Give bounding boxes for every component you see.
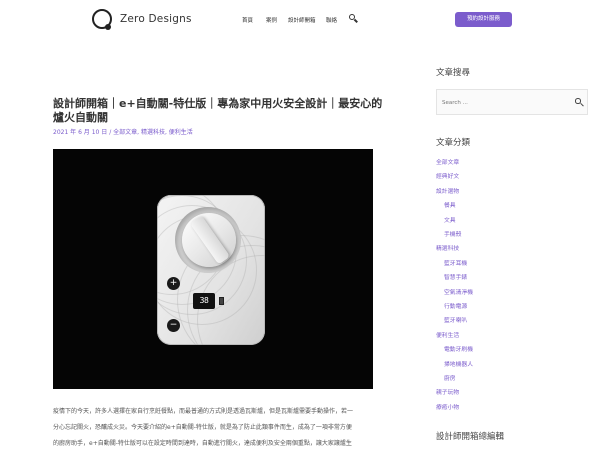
sidebar-search-box xyxy=(436,89,588,115)
sidebar-subcategory-link[interactable]: 電動牙刷機 xyxy=(444,344,473,353)
page: Zero Designs 首頁 案例 設計師開箱 聯絡 預約設計服務 設計師開箱… xyxy=(0,0,600,450)
sidebar-category-link[interactable]: 療癒小物 xyxy=(436,402,459,411)
sidebar-subcategory-link[interactable]: 行動電源 xyxy=(444,301,467,310)
battery-icon xyxy=(219,297,224,305)
body-line: 的廚房助手，e+自動關-特仕版可以在設定時間到達時，自動進行關火，達成便利及安全… xyxy=(53,440,352,447)
post-date[interactable]: 2021 年 6 月 10 日 xyxy=(53,129,107,136)
sidebar-category-link[interactable]: 設計選物 xyxy=(436,186,459,195)
sidebar-subcategory-link[interactable]: 掃地機器人 xyxy=(444,359,473,368)
body-line: 疫情下的今天，許多人選擇在家自行烹飪餐點，而最普通的方式則是透過瓦斯爐，但是瓦斯… xyxy=(53,408,354,415)
sidebar-category-link[interactable]: 全部文章 xyxy=(436,157,459,166)
sidebar-subcategory-link[interactable]: 藍牙喇叭 xyxy=(444,315,467,324)
stove-timer-device: + − 38 xyxy=(157,195,265,345)
sidebar-subcategory-link[interactable]: 文具 xyxy=(444,215,456,224)
logo-icon[interactable] xyxy=(92,9,114,31)
sidebar-category-link[interactable]: 經典好文 xyxy=(436,171,459,180)
minus-icon: − xyxy=(167,319,180,332)
sidebar-subcategory-link[interactable]: 餐具 xyxy=(444,200,456,209)
nav-item-cases[interactable]: 案例 xyxy=(266,16,277,24)
post-title: 設計師開箱｜e+自動關-特仕版｜專為家中用火安全設計｜最安心的爐火自動關 xyxy=(53,97,383,124)
search-icon[interactable] xyxy=(349,14,358,23)
sidebar-category-link[interactable]: 親子玩物 xyxy=(436,387,459,396)
search-submit-icon[interactable] xyxy=(575,98,584,107)
sidebar-subcategory-link[interactable]: 手機殼 xyxy=(444,229,461,238)
hero-image: + − 38 xyxy=(53,149,373,389)
sidebar-subcategory-link[interactable]: 空氣清淨機 xyxy=(444,287,473,296)
sidebar-subcategory-link[interactable]: 智慧手錶 xyxy=(444,272,467,281)
post-body: 疫情下的今天，許多人選擇在家自行烹飪餐點，而最普通的方式則是透過瓦斯爐，但是瓦斯… xyxy=(53,404,373,450)
sidebar-subcategory-link[interactable]: 廚房 xyxy=(444,373,456,382)
nav-item-unboxing[interactable]: 設計師開箱 xyxy=(288,16,316,24)
sidebar-subcategory-link[interactable]: 藍牙耳機 xyxy=(444,258,467,267)
sidebar-search-heading: 文章搜尋 xyxy=(436,68,471,78)
nav-item-contact[interactable]: 聯絡 xyxy=(326,16,337,24)
post-meta: 2021 年 6 月 10 日 / 全部文章, 精選科技, 便利生活 xyxy=(53,127,193,136)
sidebar-category-link[interactable]: 便利生活 xyxy=(436,330,459,339)
body-line: 分心忘記關火，恐釀成火災。今天要介紹的e+自動關-特仕版，就是為了防止此類事件而… xyxy=(53,424,352,431)
search-input[interactable] xyxy=(442,97,562,108)
sidebar-categories-heading: 文章分類 xyxy=(436,138,471,148)
site-header: Zero Designs 首頁 案例 設計師開箱 聯絡 預約設計服務 xyxy=(0,0,600,40)
book-service-button[interactable]: 預約設計服務 xyxy=(455,12,512,27)
nav-item-home[interactable]: 首頁 xyxy=(242,16,253,24)
site-brand[interactable]: Zero Designs xyxy=(120,13,192,25)
sidebar-category-link[interactable]: 精選科技 xyxy=(436,243,459,252)
plus-icon: + xyxy=(167,277,180,290)
post-categories[interactable]: 全部文章, 精選科技, 便利生活 xyxy=(113,129,193,136)
sidebar-magazine-heading: 設計師開箱總編輯 xyxy=(436,432,505,442)
timer-display: 38 xyxy=(193,293,215,309)
